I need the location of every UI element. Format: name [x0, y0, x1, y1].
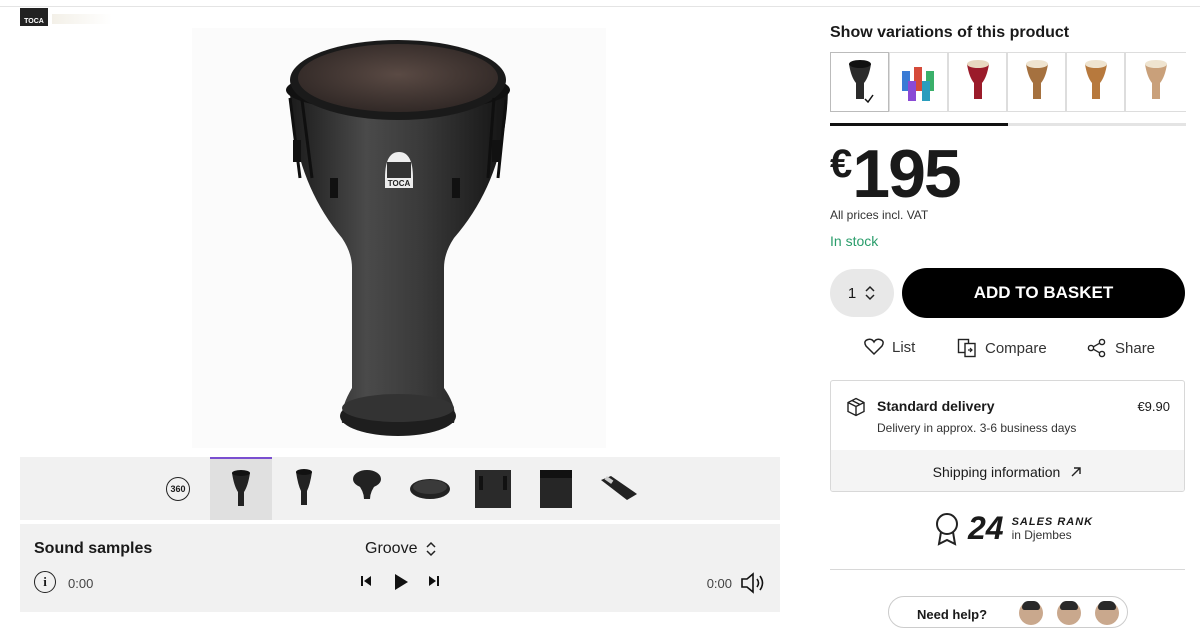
variation-red[interactable] — [948, 52, 1007, 112]
external-arrow-icon — [1071, 466, 1082, 476]
sample-selector[interactable]: Groove — [365, 540, 437, 558]
vat-note: All prices incl. VAT — [830, 208, 929, 222]
svg-text:TOCA: TOCA — [388, 179, 411, 188]
thumbnail-6[interactable] — [525, 457, 587, 520]
delivery-title: Standard delivery — [877, 398, 995, 414]
next-track-icon[interactable] — [428, 574, 440, 588]
thumbnail-2[interactable] — [273, 457, 335, 520]
360-view-button[interactable]: 360 — [147, 457, 209, 520]
djembe-black-icon — [848, 60, 874, 104]
variations-scroll-thumb[interactable] — [830, 123, 1008, 126]
brand-logo[interactable]: TOCA — [20, 8, 48, 26]
add-to-basket-button[interactable]: ADD TO BASKET — [902, 268, 1185, 318]
sales-rank-number: 24 — [968, 510, 1004, 546]
volume-icon[interactable] — [740, 571, 768, 595]
compare-label: Compare — [985, 339, 1047, 357]
delivery-estimate: Delivery in approx. 3-6 business days — [877, 421, 1077, 435]
total-time: 0:00 — [706, 576, 732, 591]
share-button[interactable]: Share — [1087, 338, 1155, 358]
djembe-head-thumb — [410, 478, 450, 499]
djembe-multicolor-icon — [901, 67, 934, 101]
variation-tan[interactable] — [1066, 52, 1125, 112]
thumbnail-3[interactable] — [336, 457, 398, 520]
djembe-detail-thumb — [475, 469, 511, 508]
variations-scrollbar[interactable] — [830, 123, 1186, 126]
updown-chevron-icon — [865, 285, 875, 301]
previous-track-icon[interactable] — [360, 574, 372, 588]
section-divider — [830, 569, 1185, 570]
carry-bag-thumb — [601, 475, 637, 500]
djembe-side-thumb — [296, 468, 312, 505]
variation-carved[interactable] — [1007, 52, 1066, 112]
variation-multicolor[interactable] — [889, 52, 948, 112]
sample-selector-value: Groove — [365, 540, 418, 557]
thumbnail-1[interactable] — [210, 457, 272, 520]
sales-rank-label: SALES RANK — [1011, 515, 1094, 528]
help-contact-button[interactable]: Need help? — [888, 596, 1128, 628]
play-icon[interactable] — [393, 573, 409, 591]
wishlist-button[interactable]: List — [864, 338, 915, 356]
top-divider — [0, 6, 1200, 7]
djembe-carved-icon — [1025, 60, 1048, 99]
variations-title: Show variations of this product — [830, 24, 1070, 41]
sales-rank[interactable]: 24 SALES RANK in Djembes — [934, 510, 1093, 547]
rank-medal-icon — [936, 512, 958, 546]
variation-black[interactable] — [830, 52, 889, 112]
djembe-top-angle-thumb — [353, 469, 381, 499]
heart-icon — [864, 338, 884, 356]
delivery-box: Standard delivery €9.90 Delivery in appr… — [830, 380, 1185, 492]
sound-samples-title: Sound samples — [34, 540, 153, 557]
thumbnail-5[interactable] — [462, 457, 524, 520]
quantity-value: 1 — [847, 284, 857, 302]
quantity-selector[interactable]: 1 — [830, 269, 894, 317]
current-time: 0:00 — [68, 576, 94, 591]
advisor-avatar-1 — [1019, 601, 1043, 625]
sound-samples-panel: Sound samples Groove i 0:00 0:00 — [20, 524, 780, 612]
product-main-image[interactable]: TOCA — [192, 28, 606, 448]
djembe-tan-icon — [1084, 60, 1107, 99]
brand-fade — [52, 14, 112, 24]
package-icon — [847, 397, 865, 417]
help-label: Need help? — [917, 607, 988, 622]
advisor-avatar-2 — [1057, 601, 1081, 625]
djembe-red-icon — [966, 60, 989, 99]
compare-button[interactable]: Compare — [957, 338, 1047, 358]
sales-rank-category: in Djembes — [1011, 527, 1072, 542]
variations-carousel — [830, 52, 1186, 112]
share-label: Share — [1115, 339, 1156, 357]
shipping-info-label: Shipping information — [932, 463, 1061, 480]
updown-chevron-icon — [426, 541, 436, 557]
product-price: € 195 — [830, 136, 962, 212]
thumbnail-7[interactable] — [588, 457, 650, 520]
djembe-light-icon — [1145, 60, 1167, 99]
djembe-closeup-thumb — [540, 469, 572, 508]
thumbnail-strip: 360 — [20, 457, 780, 520]
price-amount: 195 — [852, 136, 961, 212]
delivery-price: €9.90 — [1137, 399, 1170, 414]
info-icon[interactable]: i — [34, 571, 56, 593]
wishlist-label: List — [892, 338, 916, 356]
advisor-avatar-3 — [1095, 601, 1119, 625]
compare-icon — [957, 338, 976, 358]
variation-light[interactable] — [1125, 52, 1186, 112]
price-currency: € — [830, 142, 852, 186]
djembe-front-thumb — [232, 469, 250, 506]
shipping-info-link[interactable]: Shipping information — [831, 450, 1184, 491]
share-icon — [1087, 338, 1106, 358]
rotate-360-icon: 360 — [166, 476, 190, 501]
stock-status: In stock — [830, 233, 879, 249]
thumbnail-4[interactable] — [399, 457, 461, 520]
